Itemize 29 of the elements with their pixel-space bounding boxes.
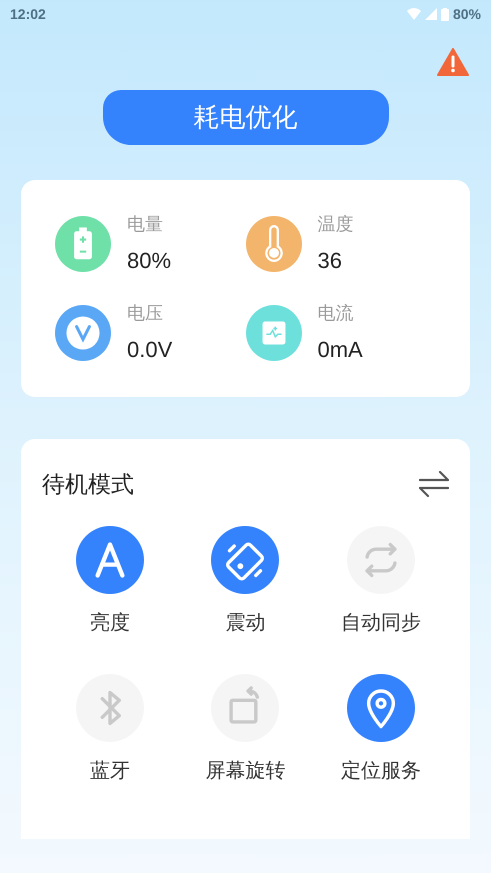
battery-icon [440, 8, 449, 20]
optimize-button[interactable]: 耗电优化 [102, 90, 388, 145]
stat-label: 电量 [127, 213, 164, 236]
mode-title: 待机模式 [42, 470, 134, 499]
status-time: 12:02 [10, 4, 46, 24]
mode-toggle[interactable]: 蓝牙 [42, 674, 178, 786]
mode-toggle[interactable]: 自动同步 [313, 526, 449, 638]
stat-label: 电压 [127, 302, 164, 325]
location-icon [347, 674, 416, 742]
swap-icon[interactable] [419, 470, 449, 498]
mode-toggle[interactable]: 震动 [178, 526, 314, 638]
stat-value: 0.0V [127, 336, 172, 364]
battery-percent: 80% [452, 4, 481, 24]
warning-icon[interactable] [437, 48, 469, 76]
mode-toggle[interactable]: 屏幕旋转 [178, 674, 314, 786]
mode-toggle[interactable]: 定位服务 [313, 674, 449, 786]
wifi-icon [406, 8, 421, 20]
mode-toggle[interactable]: 亮度 [42, 526, 178, 638]
bluetooth-icon [76, 674, 144, 742]
stat-label: 电流 [318, 302, 354, 325]
stat-value: 80% [127, 247, 172, 276]
stat-value: 36 [318, 247, 343, 276]
stat-label: 温度 [318, 213, 354, 236]
vibrate-icon [211, 526, 280, 594]
sync-icon [347, 526, 416, 594]
stat-value: 0mA [318, 336, 363, 364]
rotate-icon [211, 674, 280, 742]
brightness-icon [76, 526, 144, 594]
signal-icon [424, 8, 437, 20]
